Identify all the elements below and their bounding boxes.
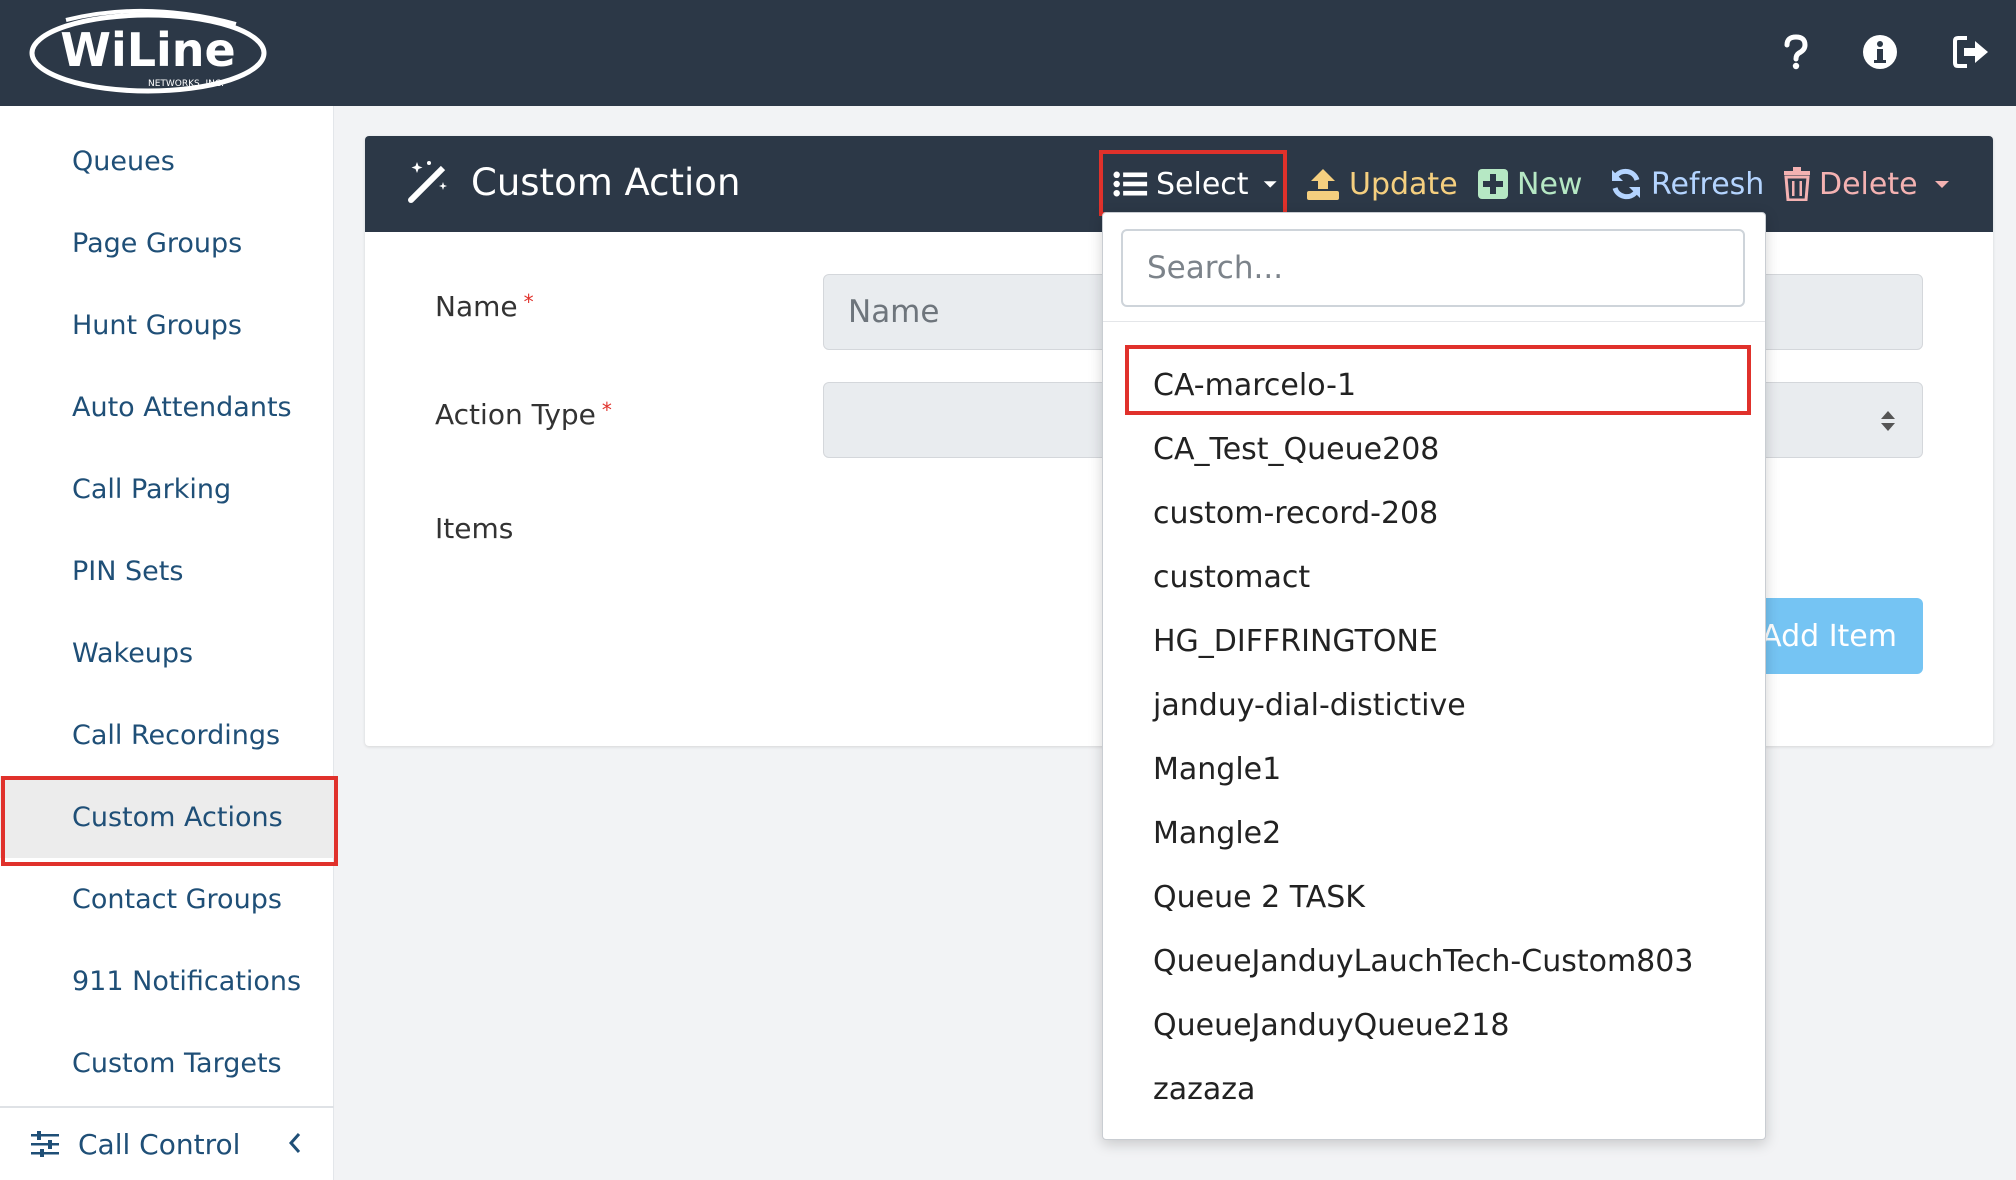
sidebar-item-label: Auto Attendants <box>72 391 292 423</box>
sidebar-item-page-groups[interactable]: Page Groups <box>0 202 334 284</box>
select-label: Select <box>1156 166 1249 202</box>
sidebar-call-control-toggle[interactable]: Call Control <box>0 1108 334 1180</box>
add-item-button[interactable]: Add Item <box>1743 598 1923 674</box>
sign-out-icon[interactable] <box>1950 30 1994 74</box>
sidebar-item-call-recordings[interactable]: Call Recordings <box>0 694 334 776</box>
update-button[interactable]: Update <box>1305 156 1458 212</box>
sidebar: Queues Page Groups Hunt Groups Auto Atte… <box>0 106 338 1180</box>
sidebar-footer-label: Call Control <box>78 1127 241 1161</box>
refresh-button[interactable]: Refresh <box>1609 156 1764 212</box>
sidebar-item-label: Custom Targets <box>72 1047 282 1079</box>
dropdown-item[interactable]: janduy-dial-distictive <box>1103 673 1765 737</box>
sidebar-item-label: Queues <box>72 145 175 177</box>
dropdown-item[interactable]: zazaza <box>1103 1057 1765 1121</box>
new-label: New <box>1517 166 1583 202</box>
sidebar-item-wakeups[interactable]: Wakeups <box>0 612 334 694</box>
info-circle-icon[interactable] <box>1858 30 1902 74</box>
sidebar-item-custom-actions[interactable]: Custom Actions <box>0 776 338 866</box>
dropdown-divider <box>1103 321 1765 322</box>
required-asterisk: * <box>523 290 534 314</box>
sidebar-item-label: PIN Sets <box>72 555 184 587</box>
dropdown-item[interactable]: Mangle1 <box>1103 737 1765 801</box>
magic-wand-icon <box>408 161 447 203</box>
items-label: Items <box>435 512 514 545</box>
upload-icon <box>1307 169 1339 200</box>
card-title: Custom Action <box>471 161 741 204</box>
chevron-left-icon[interactable] <box>286 1128 304 1158</box>
dropdown-item[interactable]: custom-record-208 <box>1103 481 1765 545</box>
dropdown-item[interactable]: Mangle2 <box>1103 801 1765 865</box>
dropdown-item[interactable]: Queue 2 TASK <box>1103 865 1765 929</box>
caret-down-icon <box>1263 181 1277 188</box>
sidebar-item-auto-attendants[interactable]: Auto Attendants <box>0 366 334 448</box>
plus-square-icon <box>1478 169 1508 199</box>
select-dropdown-button[interactable]: Select <box>1099 156 1287 212</box>
delete-label: Delete <box>1819 166 1918 202</box>
sidebar-item-pin-sets[interactable]: PIN Sets <box>0 530 334 612</box>
sidebar-item-label: Wakeups <box>72 637 194 669</box>
sidebar-item-label: Contact Groups <box>72 883 282 915</box>
new-button[interactable]: New <box>1477 156 1582 212</box>
refresh-label: Refresh <box>1651 166 1765 202</box>
update-label: Update <box>1349 166 1458 202</box>
sidebar-item-label: 911 Notifications <box>72 965 302 997</box>
select-dropdown-menu: CA-marcelo-1 CA_Test_Queue208 custom-rec… <box>1102 212 1766 1140</box>
trash-icon <box>1784 167 1810 201</box>
name-placeholder: Name <box>848 294 940 330</box>
logo-word: WiLine <box>60 23 236 77</box>
required-asterisk: * <box>601 398 612 422</box>
dropdown-item[interactable]: HG_DIFFRINGTONE <box>1103 609 1765 673</box>
action-type-label-text: Action Type <box>435 398 596 431</box>
wiline-logo[interactable]: WiLine NETWORKS, INC. <box>26 6 270 100</box>
sidebar-item-label: Call Recordings <box>72 719 281 751</box>
name-label-text: Name <box>435 290 518 323</box>
sort-icon <box>1881 411 1895 431</box>
name-label: Name * <box>435 290 534 323</box>
sidebar-item-label: Call Parking <box>72 473 232 505</box>
dropdown-search-input[interactable] <box>1121 229 1745 307</box>
dropdown-item[interactable]: CA_Test_Queue208 <box>1103 417 1765 481</box>
sliders-icon <box>31 1131 59 1157</box>
dropdown-item[interactable]: QueueJanduyLauchTech-Custom803 <box>1103 929 1765 993</box>
top-navbar: WiLine NETWORKS, INC. <box>0 0 2016 106</box>
caret-down-icon <box>1934 181 1949 188</box>
sidebar-item-custom-targets[interactable]: Custom Targets <box>0 1022 334 1104</box>
dropdown-item[interactable]: CA-marcelo-1 <box>1103 345 1765 417</box>
sidebar-item-hunt-groups[interactable]: Hunt Groups <box>0 284 334 366</box>
sidebar-item-queues[interactable]: Queues <box>0 120 334 202</box>
delete-dropdown-button[interactable]: Delete <box>1783 156 1960 212</box>
list-icon <box>1113 171 1148 197</box>
sidebar-item-label: Custom Actions <box>72 801 283 833</box>
logo-tagline: NETWORKS, INC. <box>148 79 224 89</box>
refresh-icon <box>1612 168 1640 200</box>
question-icon[interactable] <box>1774 30 1818 74</box>
dropdown-item[interactable]: QueueJanduyQueue218 <box>1103 993 1765 1057</box>
action-type-label: Action Type * <box>435 398 612 431</box>
sidebar-item-contact-groups[interactable]: Contact Groups <box>0 858 334 940</box>
sidebar-item-911-notifications[interactable]: 911 Notifications <box>0 940 334 1022</box>
sidebar-item-label: Hunt Groups <box>72 309 242 341</box>
dropdown-item[interactable]: customact <box>1103 545 1765 609</box>
sidebar-item-label: Page Groups <box>72 227 243 259</box>
sidebar-item-call-parking[interactable]: Call Parking <box>0 448 334 530</box>
